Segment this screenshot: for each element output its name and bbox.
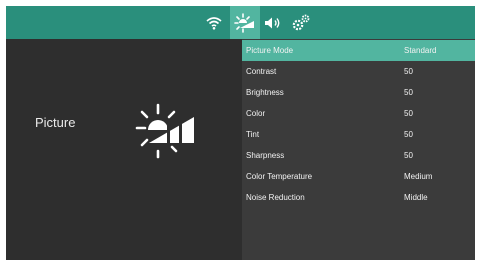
menu-item-label: Sharpness bbox=[246, 151, 285, 160]
menu-item-label: Picture Mode bbox=[246, 46, 294, 55]
menu-item-value: 50 bbox=[404, 88, 413, 97]
menu-item-value: Standard bbox=[404, 46, 437, 55]
picture-icon[interactable] bbox=[230, 6, 260, 39]
menu-item-contrast[interactable]: Contrast 50 bbox=[242, 61, 475, 82]
settings-icon[interactable] bbox=[288, 6, 314, 39]
menu-item-value: 50 bbox=[404, 109, 413, 118]
menu-item-brightness[interactable]: Brightness 50 bbox=[242, 82, 475, 103]
sound-icon[interactable] bbox=[262, 6, 284, 39]
menu-item-noise-reduction[interactable]: Noise Reduction Middle bbox=[242, 187, 475, 208]
settings-screen: Picture Picture Mode Standard Contrast 5… bbox=[6, 6, 475, 260]
menu-item-value: 50 bbox=[404, 130, 413, 139]
menu-item-label: Brightness bbox=[246, 88, 284, 97]
menu-item-label: Noise Reduction bbox=[246, 193, 305, 202]
wifi-icon[interactable] bbox=[202, 6, 226, 39]
menu-item-label: Tint bbox=[246, 130, 260, 139]
menu-item-value: Medium bbox=[404, 172, 433, 181]
brightness-icon bbox=[134, 103, 200, 164]
menu-item-value: 50 bbox=[404, 151, 413, 160]
menu-item-sharpness[interactable]: Sharpness 50 bbox=[242, 145, 475, 166]
menu-item-tint[interactable]: Tint 50 bbox=[242, 124, 475, 145]
menu-item-value: Middle bbox=[404, 193, 428, 202]
menu-item-label: Contrast bbox=[246, 67, 277, 76]
menu-item-label: Color bbox=[246, 109, 266, 118]
menu-item-picture-mode[interactable]: Picture Mode Standard bbox=[242, 40, 475, 61]
section-panel: Picture bbox=[6, 39, 242, 260]
menu-item-label: Color Temperature bbox=[246, 172, 313, 181]
menu-item-color-temperature[interactable]: Color Temperature Medium bbox=[242, 166, 475, 187]
settings-menu: Picture Mode Standard Contrast 50 Bright… bbox=[242, 39, 475, 260]
menu-item-color[interactable]: Color 50 bbox=[242, 103, 475, 124]
menu-item-value: 50 bbox=[404, 67, 413, 76]
section-title: Picture bbox=[35, 115, 76, 130]
top-nav-bar bbox=[6, 6, 475, 39]
